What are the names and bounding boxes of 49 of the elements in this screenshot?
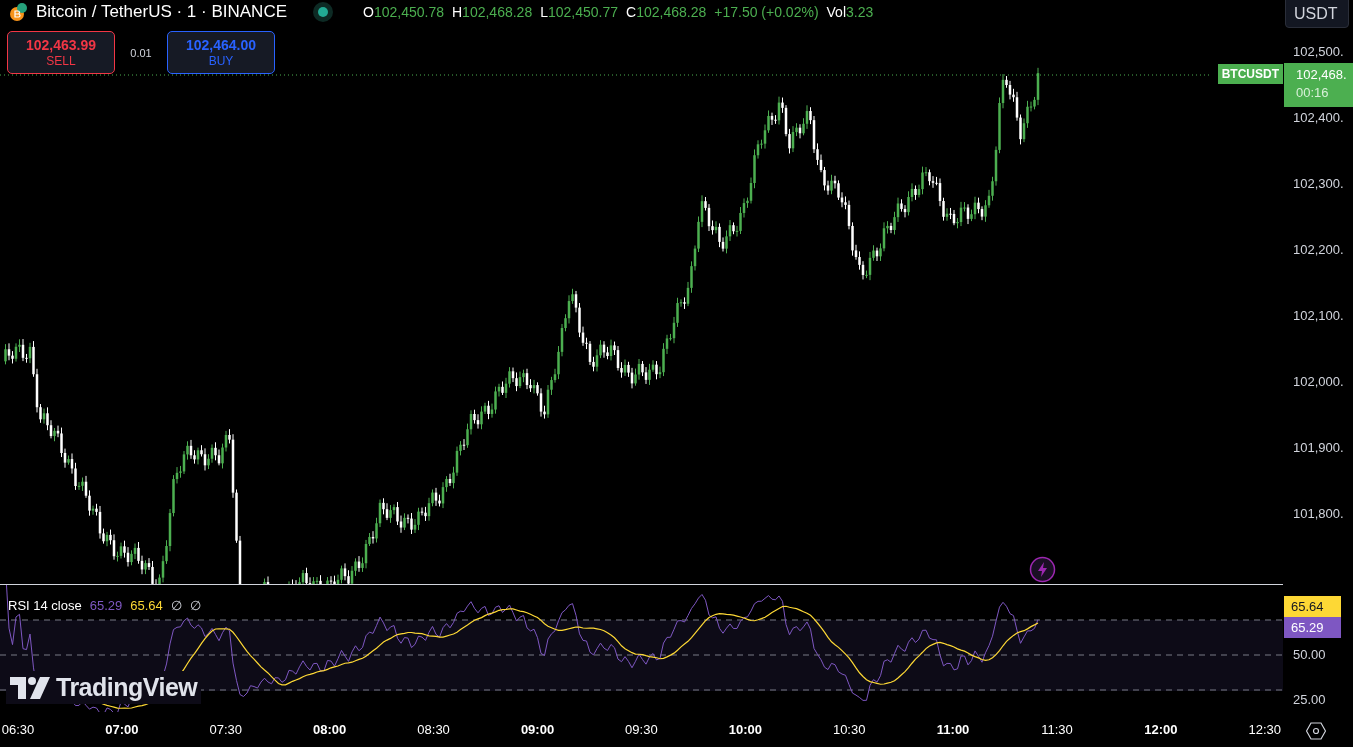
rsi-axis-label: 25.00 bbox=[1293, 692, 1326, 707]
price-axis-label: 102,500. bbox=[1293, 44, 1344, 59]
logo-text: TradingView bbox=[56, 673, 198, 702]
time-axis-label: 06:30 bbox=[1, 722, 35, 737]
time-axis-label: 07:00 bbox=[105, 722, 139, 737]
price-axis-label: 101,900. bbox=[1293, 440, 1344, 455]
settings-icon[interactable] bbox=[1306, 722, 1326, 740]
coin-icon bbox=[8, 2, 28, 22]
empty-value: ∅ bbox=[189, 598, 201, 613]
time-axis-label: 11:30 bbox=[1041, 722, 1073, 737]
ohlc-value: H102,468.28 bbox=[451, 4, 533, 20]
rsi-ma-value: 65.64 bbox=[130, 598, 163, 613]
sell-button[interactable]: 102,463.99 SELL bbox=[7, 31, 115, 74]
empty-value: ∅ bbox=[170, 598, 182, 613]
time-axis-label: 12:30 bbox=[1248, 722, 1282, 737]
quantity-value: 0.01 bbox=[129, 46, 153, 59]
last-price-label: 102,468. 00:16 bbox=[1284, 63, 1353, 107]
price-axis-label: 102,400. bbox=[1293, 110, 1344, 125]
price-axis-label: 102,300. bbox=[1293, 176, 1344, 191]
ohlc-value: C102,468.28 bbox=[626, 4, 707, 20]
lightning-icon[interactable] bbox=[1029, 556, 1056, 583]
time-axis-label: 08:00 bbox=[313, 722, 347, 737]
price-axis-label: 102,100. bbox=[1293, 308, 1344, 323]
rsi-value: 65.29 bbox=[89, 598, 123, 613]
time-axis-label: 12:00 bbox=[1144, 722, 1178, 737]
rsi-axis-label: 50.00 bbox=[1293, 647, 1326, 662]
price-axis-label: 102,200. bbox=[1293, 242, 1344, 257]
volume-value: Vol3.23 bbox=[826, 4, 874, 20]
time-axis-label: 07:30 bbox=[209, 722, 243, 737]
currency-button[interactable]: USDT bbox=[1285, 0, 1349, 28]
status-dot-icon bbox=[313, 2, 333, 22]
time-axis-label: 08:30 bbox=[417, 722, 450, 737]
time-axis-label: 10:00 bbox=[728, 722, 762, 737]
rsi-ma-label: 65.64 bbox=[1284, 596, 1341, 617]
buy-button[interactable]: 102,464.00 BUY bbox=[167, 31, 275, 74]
time-axis-label: 10:30 bbox=[832, 722, 866, 737]
price-axis-label: 101,800. bbox=[1293, 506, 1344, 521]
time-axis-label: 11:00 bbox=[936, 722, 970, 737]
logo-icon bbox=[10, 676, 50, 699]
indicator-title: RSI 14 close bbox=[8, 598, 82, 613]
ohlc-value: L102,450.77 bbox=[540, 4, 619, 20]
ohlc-value: O102,450.78 bbox=[363, 4, 444, 20]
time-axis-label: 09:00 bbox=[520, 722, 555, 737]
symbol-label: BTCUSDT bbox=[1217, 64, 1283, 84]
change-value: +17.50 (+0.02%) bbox=[714, 4, 819, 20]
price-axis-label: 102,000. bbox=[1293, 374, 1344, 389]
time-axis-label: 09:30 bbox=[625, 722, 658, 737]
rsi-value-label: 65.29 bbox=[1284, 617, 1341, 638]
symbol-title[interactable]: Bitcoin / TetherUS · 1 · BINANCE bbox=[36, 2, 287, 22]
